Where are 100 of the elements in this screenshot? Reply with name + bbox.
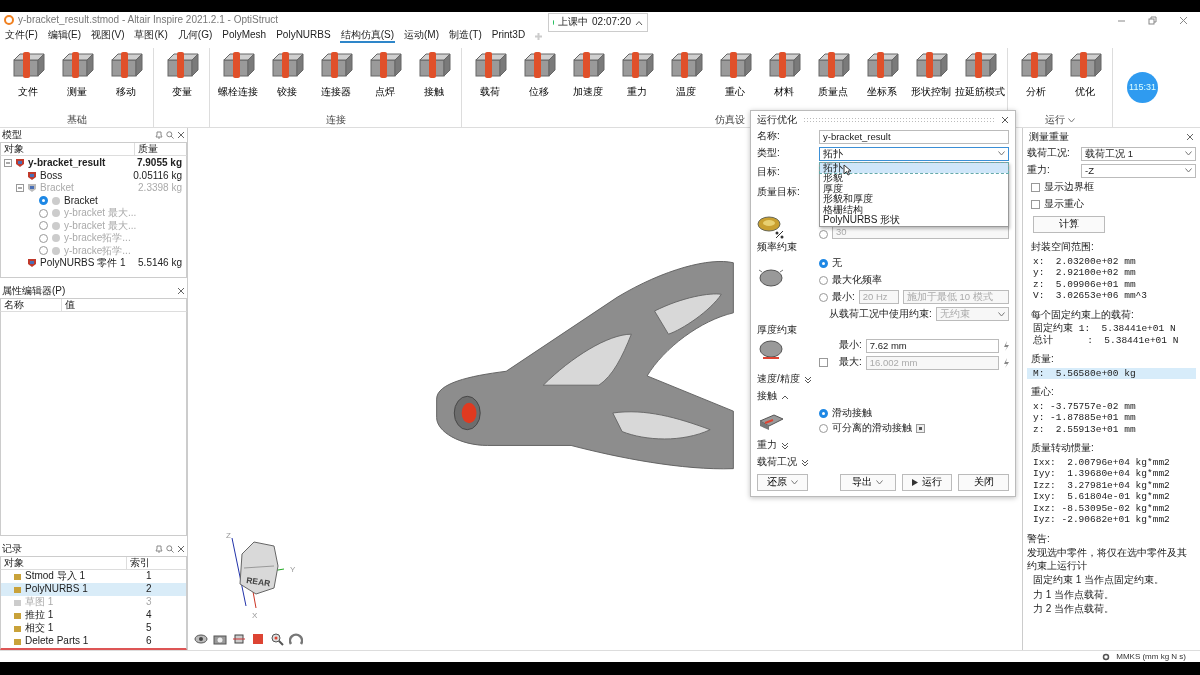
- section-toggle[interactable]: 接触: [757, 389, 789, 404]
- lightning-icon[interactable]: [1003, 357, 1009, 368]
- name-field[interactable]: y-bracket_result: [819, 129, 1009, 144]
- history-item-name: Delete Parts 1: [25, 635, 90, 648]
- menu-item[interactable]: 几何(G): [176, 28, 214, 44]
- close-icon[interactable]: [1186, 133, 1194, 141]
- ribbon-tool-button[interactable]: 温度: [661, 48, 710, 113]
- field-label: 载荷工况:: [1027, 147, 1071, 160]
- dropdown-option[interactable]: PolyNURBS 形状: [820, 215, 1008, 226]
- ribbon-tool-button[interactable]: 移动: [101, 48, 150, 113]
- history-row[interactable]: PolyNURBS 1 2: [1, 583, 186, 596]
- close-icon[interactable]: [1179, 15, 1188, 25]
- radio-button[interactable]: [819, 409, 828, 418]
- radio-button[interactable]: [819, 424, 828, 433]
- caret-icon: [998, 311, 1005, 317]
- history-item-name: 推拉 1: [25, 609, 55, 622]
- menu-item[interactable]: 制造(T): [448, 28, 483, 44]
- collapse-icon[interactable]: [16, 184, 24, 193]
- menu-button[interactable]: 导出: [839, 474, 896, 491]
- cube-face-label: REAR: [245, 575, 271, 589]
- column-header: 对象: [3, 556, 25, 570]
- close-icon[interactable]: [177, 287, 185, 295]
- caret-icon[interactable]: [635, 19, 643, 26]
- collapse-icon[interactable]: [4, 159, 12, 168]
- section-toggle[interactable]: 载荷工况: [757, 455, 809, 470]
- section-toggle[interactable]: 速度/精度: [757, 372, 812, 387]
- camera-icon[interactable]: [213, 632, 227, 646]
- ribbon-tool-button[interactable]: 螺栓连接: [213, 48, 262, 113]
- dropdown-option[interactable]: 拓扑: [820, 162, 1008, 173]
- radio-button[interactable]: [39, 246, 48, 256]
- variant-icon: [51, 245, 61, 256]
- zoom-icon[interactable]: [270, 632, 284, 646]
- menu-item[interactable]: 视图(V): [90, 28, 126, 44]
- dropdown-option[interactable]: 形貌和厚度: [820, 194, 1008, 205]
- history-row[interactable]: Stmod 导入 1 1: [1, 570, 186, 583]
- menu-item[interactable]: Print3D: [490, 28, 527, 44]
- ribbon-tool-button[interactable]: 接触: [409, 48, 458, 113]
- ribbon-tool-button[interactable]: 测量: [52, 48, 101, 113]
- menu-item[interactable]: 草图(K): [133, 28, 169, 44]
- radio-button[interactable]: [39, 196, 48, 206]
- ribbon-tool-button[interactable]: 载荷: [465, 48, 514, 113]
- grid-icon[interactable]: [916, 424, 925, 433]
- select-field[interactable]: -Z: [1081, 163, 1196, 178]
- dropdown-option[interactable]: 厚度: [820, 183, 1008, 194]
- checkbox[interactable]: [819, 358, 828, 367]
- type-select[interactable]: 拓扑: [819, 146, 1009, 161]
- dropdown-option[interactable]: 形貌: [820, 173, 1008, 184]
- menu-item[interactable]: PolyMesh: [221, 28, 268, 44]
- calculate-button[interactable]: 计算: [1033, 216, 1105, 233]
- checkbox[interactable]: [1031, 183, 1040, 192]
- ribbon-tool-button[interactable]: 铰接: [262, 48, 311, 113]
- tree-item-name: y-bracke拓学...: [64, 244, 131, 257]
- menu-item[interactable]: 编辑(E): [46, 28, 83, 44]
- arc-icon[interactable]: [289, 632, 303, 646]
- history-row[interactable]: 推拉 1 4: [1, 609, 186, 622]
- tree-item-name: y-bracket_result: [28, 157, 106, 170]
- ribbon-tool-button[interactable]: 连接器: [311, 48, 360, 113]
- ribbon-tool-button[interactable]: 加速度: [563, 48, 612, 113]
- lightning-icon[interactable]: [1003, 340, 1009, 351]
- tree-row[interactable]: PolyNURBS 零件 1 5.5146 kg: [1, 257, 186, 270]
- menu-item[interactable]: 文件(F): [4, 28, 39, 44]
- history-row[interactable]: 相交 1 5: [1, 622, 186, 635]
- dialog-button[interactable]: 运行: [901, 474, 953, 491]
- eye-icon[interactable]: [194, 632, 208, 646]
- menu-item[interactable]: 运动(M): [403, 28, 440, 44]
- ribbon-tool-button[interactable]: 重心: [710, 48, 759, 113]
- view-cube-drawing[interactable]: [231, 537, 285, 609]
- radio-button[interactable]: [39, 221, 48, 231]
- dialog-button[interactable]: 关闭: [958, 474, 1009, 491]
- box-icon[interactable]: [232, 632, 246, 646]
- menu-button[interactable]: 还原: [757, 474, 808, 491]
- history-row[interactable]: Delete Parts 1 6: [1, 635, 186, 648]
- tree-row[interactable]: Bracket: [1, 194, 186, 207]
- radio-button[interactable]: [39, 233, 48, 243]
- dropdown-option[interactable]: 格栅结构: [820, 204, 1008, 215]
- timer-label: 上课中: [558, 16, 589, 29]
- ribbon-tool-button[interactable]: 文件: [3, 48, 52, 113]
- menu-item[interactable]: 结构仿真(S): [339, 28, 395, 44]
- units-label[interactable]: MMKS (mm kg N s): [1116, 651, 1186, 662]
- min-thickness-field[interactable]: 7.62 mm: [865, 338, 999, 353]
- ribbon-tool-button[interactable]: 变量: [157, 48, 206, 113]
- panel-title: 模型: [2, 128, 22, 142]
- tree-row[interactable]: y-bracket_result 7.9055 kg: [1, 157, 186, 170]
- section-title: 厚度约束: [757, 323, 797, 336]
- ribbon-tool-button[interactable]: 优化: [1060, 48, 1109, 113]
- menu-item[interactable]: PolyNURBS: [275, 28, 332, 44]
- close-icon[interactable]: [1001, 116, 1009, 124]
- radio-button[interactable]: [39, 208, 48, 218]
- square-icon[interactable]: [251, 632, 265, 646]
- section-toggle[interactable]: 重力: [757, 438, 789, 453]
- ribbon-tool-button[interactable]: 位移: [514, 48, 563, 113]
- restore-icon[interactable]: [1148, 15, 1157, 25]
- select-field[interactable]: 载荷工况 1: [1081, 146, 1196, 161]
- history-index: 3: [146, 596, 153, 609]
- settings-icon[interactable]: [1102, 652, 1111, 661]
- ribbon-tool-button[interactable]: 点焊: [360, 48, 409, 113]
- ribbon-tool-button[interactable]: 重力: [612, 48, 661, 113]
- ribbon-tool-button[interactable]: 分析: [1011, 48, 1060, 113]
- checkbox[interactable]: [1031, 200, 1040, 209]
- tree-row[interactable]: Boss 0.05116 kg: [1, 169, 186, 182]
